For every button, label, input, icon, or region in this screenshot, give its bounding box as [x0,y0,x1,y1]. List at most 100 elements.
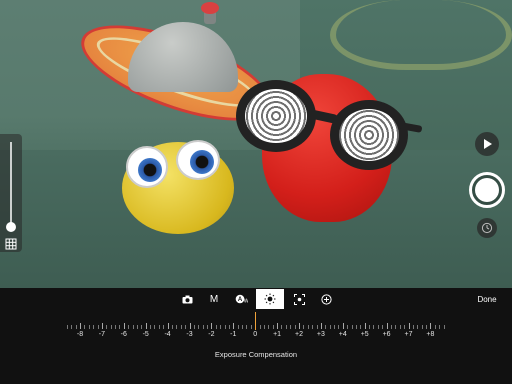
exposure-tick [334,325,336,329]
exposure-tick [277,323,279,329]
exposure-tick [299,323,300,329]
exposure-scale-label: +7 [404,331,413,338]
exposure-tick [84,325,86,329]
exposure-scale-label: +2 [295,331,303,338]
exposure-tick [189,323,191,329]
exposure-tick [430,323,432,329]
exposure-scale-labels: -8 -7 -6 -5 -4 -3 -2 -1 0 +1 +2 +3 +4 +5 +6 +7 +8 [0,330,512,340]
exposure-tick [347,325,349,329]
exposure-tick [119,325,121,329]
exposure-caption: Exposure Compensation [214,350,298,359]
exposure-slider-track[interactable] [10,142,12,228]
exposure-tick [115,325,117,329]
exposure-tick [193,325,195,329]
play-button[interactable] [475,132,499,156]
exposure-tick [355,325,357,329]
exposure-tick [202,325,204,329]
camera-icon [182,295,192,303]
exposure-tick [290,325,292,329]
exposure-scale-label: -6 [120,331,127,338]
exposure-tick [75,325,77,329]
exposure-tick [136,325,138,329]
exposure-tick [167,323,169,329]
hypno-glasses-right-lens [330,100,408,170]
hypno-glasses-left-lens [236,80,316,152]
timer-button[interactable] [477,218,497,238]
exposure-tick [281,325,283,329]
exposure-tick [404,325,406,329]
exposure-tick [395,325,397,329]
exposure-tick [390,325,392,329]
exposure-tick [386,323,388,329]
exposure-tick [373,325,375,329]
background-gear-shape [330,0,512,70]
mode-focus[interactable] [287,289,311,309]
left-googly-eye [126,146,168,188]
exposure-tick [338,325,340,329]
exposure-tick [303,325,305,329]
exposure-tick [185,325,187,329]
exposure-tick [110,325,112,329]
exposure-tick [224,325,226,329]
exposure-tick [272,325,274,329]
exposure-tick [80,323,81,329]
exposure-tick [128,325,130,329]
exposure-tick [316,325,318,329]
exposure-tick [154,325,156,329]
exposure-tick [268,325,270,329]
shutter-button[interactable] [469,172,505,208]
mode-manual[interactable]: M [202,289,226,309]
exposure-tick [259,325,261,329]
clock-icon [481,222,493,234]
exposure-tick [237,325,239,329]
exposure-tick [325,325,327,329]
exposure-tick [158,325,160,329]
exposure-scale-label: +5 [360,331,369,338]
exposure-tick [141,325,143,329]
exposure-scale-label: +1 [273,331,282,338]
right-googly-eye [176,140,220,180]
zoom-icon [320,293,332,305]
exposure-tick [106,325,108,329]
mode-selector: M A W [175,289,341,309]
exposure-tick [88,325,90,329]
exposure-slider-knob[interactable] [6,222,16,232]
exposure-tick [408,323,410,329]
mode-exposure[interactable] [256,289,284,309]
exposure-tick [434,325,436,329]
exposure-tick [412,325,414,329]
exposure-tick [329,325,331,329]
exposure-indicator [255,312,256,330]
exposure-tick [342,323,344,329]
exposure-tick [198,325,200,329]
exposure-tick [360,325,362,329]
exposure-tick [377,325,379,329]
svg-text:A: A [237,297,242,303]
exposure-tick [242,325,244,329]
exposure-tick [307,325,309,329]
mode-white-balance[interactable]: A W [229,289,253,309]
exposure-tick [364,323,366,329]
exposure-tick [228,325,230,329]
svg-text:W: W [243,299,247,305]
exposure-tick [263,325,265,329]
exposure-scale-label: -3 [186,331,193,338]
exposure-tick [439,325,441,329]
mode-zoom[interactable] [314,289,338,309]
exposure-scale-label: -1 [230,331,237,338]
grid-icon[interactable] [5,238,17,250]
exposure-tick [320,323,322,329]
exposure-tick [312,325,314,329]
exposure-scale-label: +3 [316,331,325,338]
exposure-tick [426,325,428,329]
mode-camera[interactable] [175,289,199,309]
exposure-tick [93,325,95,329]
exposure-tick [207,325,209,329]
done-button[interactable]: Done [470,293,504,307]
exposure-scale-label: -2 [208,331,215,338]
exposure-scale-label: +4 [338,331,347,338]
exposure-tick [294,325,296,329]
exposure-tick [220,325,222,329]
exposure-scale-label: 0 [253,331,258,338]
exposure-tick [150,325,152,329]
